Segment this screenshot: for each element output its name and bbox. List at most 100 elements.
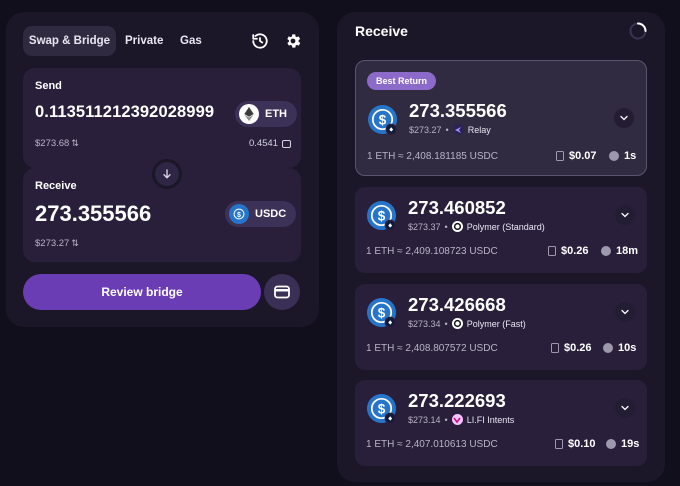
usdc-icon: $ bbox=[366, 297, 397, 328]
tab-gas[interactable]: Gas bbox=[180, 26, 202, 56]
swap-arrows-icon[interactable]: ⇅ bbox=[71, 138, 79, 148]
polymer-icon bbox=[451, 318, 463, 329]
wallet-icon bbox=[282, 139, 291, 148]
chevron-down-icon[interactable] bbox=[615, 302, 635, 322]
receive-fiat-value: $273.27 ⇅ bbox=[35, 238, 79, 249]
route-time: 19s bbox=[606, 438, 639, 450]
route-card-polymer-fast[interactable]: $ 273.426668 $273.34 • Polymer (Fast) 1 … bbox=[355, 284, 647, 370]
route-fiat-provider: $273.37 • Polymer (Standard) bbox=[408, 221, 545, 232]
receive-token-selector[interactable]: $ USDC bbox=[225, 201, 297, 227]
route-time: 1s bbox=[609, 150, 636, 162]
route-provider: Polymer (Standard) bbox=[466, 221, 545, 232]
tab-swap-bridge[interactable]: Swap & Bridge bbox=[23, 26, 116, 56]
svg-text:$: $ bbox=[378, 305, 386, 320]
route-amount: 273.222693 bbox=[408, 390, 506, 411]
send-box: Send 0.113511212392028999 ETH $273.68 ⇅ 0… bbox=[23, 68, 301, 168]
send-label: Send bbox=[35, 80, 62, 92]
route-time-value: 18m bbox=[616, 245, 639, 257]
svg-text:$: $ bbox=[378, 401, 386, 416]
chevron-down-icon[interactable] bbox=[615, 398, 635, 418]
receive-token-symbol: USDC bbox=[255, 208, 287, 220]
send-token-selector[interactable]: ETH bbox=[235, 101, 297, 127]
send-balance[interactable]: 0.4541 bbox=[249, 138, 291, 149]
usdc-icon: $ bbox=[229, 204, 249, 224]
route-fiat-provider: $273.14 • LI.FI Intents bbox=[408, 414, 515, 425]
swap-arrows-icon[interactable]: ⇅ bbox=[71, 238, 79, 248]
clock-icon bbox=[606, 439, 616, 449]
receive-amount: 273.355566 bbox=[35, 201, 152, 226]
svg-text:$: $ bbox=[378, 208, 386, 223]
send-fiat-value: $273.68 ⇅ bbox=[35, 138, 79, 149]
route-fiat: $273.14 bbox=[408, 414, 441, 425]
usdc-icon: $ bbox=[366, 393, 397, 424]
usdc-icon: $ bbox=[367, 104, 398, 135]
send-fiat-text: $273.68 bbox=[35, 138, 70, 149]
wallet-button[interactable] bbox=[264, 274, 300, 310]
card-icon bbox=[274, 285, 290, 299]
best-return-badge: Best Return bbox=[367, 72, 437, 90]
route-fee-value: $0.07 bbox=[569, 150, 597, 162]
route-rate: 1 ETH ≈ 2,407.010613 USDC bbox=[366, 439, 498, 450]
route-time-value: 19s bbox=[621, 438, 640, 450]
route-fiat: $273.34 bbox=[408, 318, 441, 329]
gas-pump-icon bbox=[548, 246, 556, 256]
flip-direction-button[interactable] bbox=[152, 159, 182, 189]
receive-label: Receive bbox=[35, 180, 77, 192]
route-time-value: 10s bbox=[618, 342, 637, 354]
review-bridge-button[interactable]: Review bridge bbox=[23, 274, 261, 310]
gas-pump-icon bbox=[551, 343, 559, 353]
route-fee-value: $0.26 bbox=[561, 245, 589, 257]
route-rate: 1 ETH ≈ 2,408.181185 USDC bbox=[367, 151, 498, 162]
route-fiat-provider: $273.27 • Relay bbox=[409, 124, 491, 135]
clock-icon bbox=[603, 343, 613, 353]
route-fiat: $273.27 bbox=[409, 124, 442, 135]
tab-private[interactable]: Private bbox=[125, 26, 163, 56]
route-card-relay[interactable]: Best Return $ 273.355566 $273.27 • Relay… bbox=[355, 60, 647, 176]
gear-icon[interactable] bbox=[281, 29, 305, 53]
chevron-down-icon[interactable] bbox=[615, 205, 635, 225]
routes-title: Receive bbox=[355, 23, 408, 39]
route-fee: $0.26 bbox=[551, 342, 592, 354]
send-amount-input[interactable]: 0.113511212392028999 bbox=[35, 103, 214, 122]
route-card-lifi-intents[interactable]: $ 273.222693 $273.14 • LI.FI Intents 1 E… bbox=[355, 380, 647, 466]
lifi-icon bbox=[451, 414, 463, 425]
route-rate: 1 ETH ≈ 2,409.108723 USDC bbox=[366, 246, 498, 257]
route-fiat: $273.37 bbox=[408, 221, 441, 232]
route-fiat-provider: $273.34 • Polymer (Fast) bbox=[408, 318, 526, 329]
route-fee: $0.10 bbox=[555, 438, 596, 450]
clock-icon bbox=[601, 246, 611, 256]
usdc-icon: $ bbox=[366, 200, 397, 231]
route-time: 10s bbox=[603, 342, 636, 354]
eth-icon bbox=[239, 104, 259, 124]
receive-fiat-text: $273.27 bbox=[35, 238, 70, 249]
swap-panel: Swap & Bridge Private Gas Send 0.1135112… bbox=[6, 12, 319, 327]
route-time-value: 1s bbox=[624, 150, 637, 162]
polymer-icon bbox=[451, 221, 463, 232]
receive-routes-panel: Receive Best Return $ 273.355566 $273.27… bbox=[337, 12, 665, 482]
route-card-polymer-standard[interactable]: $ 273.460852 $273.37 • Polymer (Standard… bbox=[355, 187, 647, 273]
svg-text:$: $ bbox=[237, 212, 241, 219]
clock-icon bbox=[609, 151, 619, 161]
route-time: 18m bbox=[601, 245, 638, 257]
route-provider: Relay bbox=[467, 124, 491, 135]
route-provider: LI.FI Intents bbox=[466, 414, 515, 425]
route-amount: 273.426668 bbox=[408, 294, 506, 315]
route-fee-value: $0.10 bbox=[568, 438, 596, 450]
history-icon[interactable] bbox=[248, 29, 272, 53]
route-amount: 273.355566 bbox=[409, 100, 507, 121]
route-fee: $0.07 bbox=[556, 150, 597, 162]
send-token-symbol: ETH bbox=[265, 108, 287, 120]
svg-text:$: $ bbox=[379, 112, 387, 127]
loading-spinner-icon bbox=[629, 22, 647, 40]
route-fee-value: $0.26 bbox=[564, 342, 592, 354]
relay-icon bbox=[452, 124, 464, 135]
arrow-down-icon bbox=[163, 169, 171, 179]
route-provider: Polymer (Fast) bbox=[466, 318, 526, 329]
gas-pump-icon bbox=[556, 151, 564, 161]
send-balance-text: 0.4541 bbox=[248, 138, 278, 149]
route-fee: $0.26 bbox=[548, 245, 589, 257]
gas-pump-icon bbox=[555, 439, 563, 449]
chevron-down-icon[interactable] bbox=[614, 108, 634, 128]
route-amount: 273.460852 bbox=[408, 197, 506, 218]
route-rate: 1 ETH ≈ 2,408.807572 USDC bbox=[366, 343, 498, 354]
